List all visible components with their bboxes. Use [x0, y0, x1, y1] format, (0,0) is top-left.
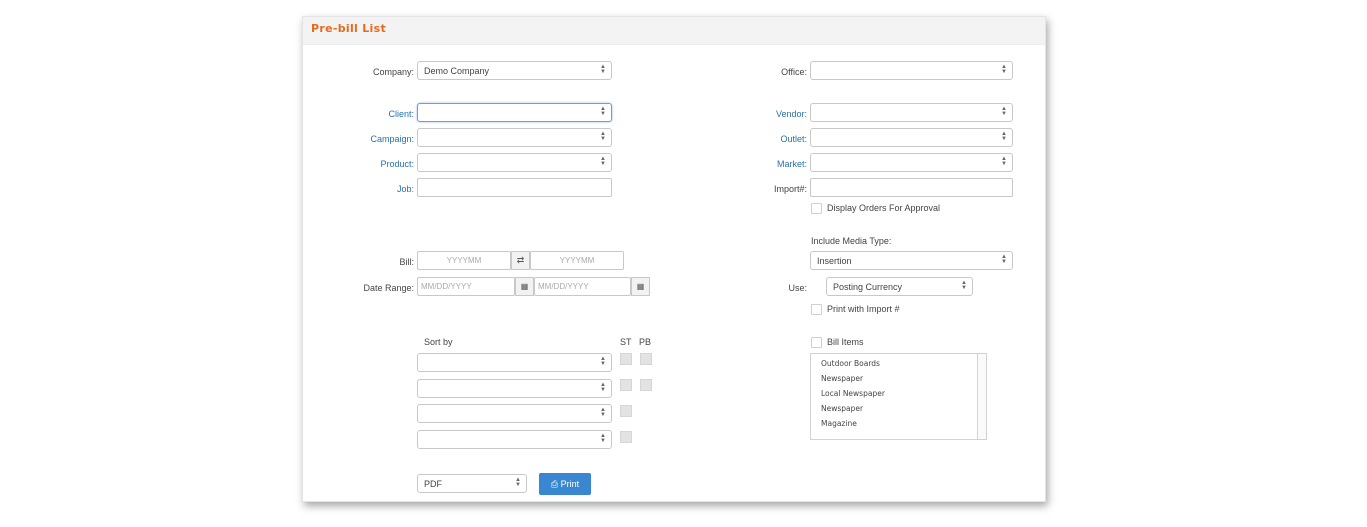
company-select[interactable]: Demo Company ▲ ▼ [417, 61, 612, 80]
media-type-select[interactable]: Insertion ▲ ▼ [810, 251, 1013, 270]
page-title: Pre-bill List [311, 22, 387, 35]
list-item[interactable]: Outdoor Boards [821, 359, 880, 368]
list-item[interactable]: Magazine [821, 419, 857, 428]
media-type-value: Insertion [817, 256, 852, 266]
select-arrows-icon: ▲ ▼ [600, 433, 606, 444]
select-arrows-icon: ▲ ▼ [515, 477, 521, 488]
display-orders-checkbox[interactable] [811, 203, 822, 214]
bill-items-label: Bill Items [827, 337, 864, 347]
output-format-value: PDF [424, 479, 442, 489]
product-label: Product: [380, 159, 414, 169]
select-arrows-icon: ▲ ▼ [1001, 156, 1007, 167]
sort-select-1[interactable]: ▲ ▼ [417, 353, 612, 372]
date-to-input[interactable]: MM/DD/YYYY [534, 277, 631, 296]
company-value: Demo Company [424, 66, 490, 76]
sort-select-4[interactable]: ▲ ▼ [417, 430, 612, 449]
bill-from-input[interactable]: YYYYMM [417, 251, 511, 270]
product-select[interactable]: ▲ ▼ [417, 153, 612, 172]
display-orders-label: Display Orders For Approval [827, 203, 941, 213]
list-item[interactable]: Newspaper [821, 404, 863, 413]
select-arrows-icon: ▲ ▼ [600, 156, 606, 167]
date-range-label: Date Range: [363, 283, 414, 293]
company-label: Company: [372, 67, 414, 77]
select-arrows-icon: ▲ ▼ [1001, 106, 1007, 117]
select-arrows-icon: ▲ ▼ [600, 106, 606, 117]
job-input[interactable] [417, 178, 612, 197]
sort-select-2[interactable]: ▲ ▼ [417, 379, 612, 398]
select-arrows-icon: ▲ ▼ [961, 280, 967, 291]
pb-header: PB [639, 337, 652, 347]
sort-select-3[interactable]: ▲ ▼ [417, 404, 612, 423]
import-label: Import#: [773, 184, 807, 194]
print-button[interactable]: ⎙ Print [539, 473, 591, 495]
market-select[interactable]: ▲ ▼ [810, 153, 1013, 172]
campaign-label: Campaign: [370, 134, 414, 144]
job-label: Job: [396, 184, 414, 194]
vendor-select[interactable]: ▲ ▼ [810, 103, 1013, 122]
calendar-icon[interactable]: ▦ [515, 277, 534, 296]
market-label: Market: [776, 159, 807, 169]
prebill-panel: Pre-bill List Company: Demo Company ▲ ▼ O… [302, 16, 1046, 502]
select-arrows-icon: ▲ ▼ [1001, 64, 1007, 75]
sort-by-label: Sort by [424, 337, 453, 347]
sort-1-pb-checkbox[interactable] [640, 353, 652, 365]
outlet-label: Outlet: [780, 134, 807, 144]
use-value: Posting Currency [833, 282, 903, 292]
list-item[interactable]: Newspaper [821, 374, 863, 383]
select-arrows-icon: ▲ ▼ [600, 407, 606, 418]
bill-to-input[interactable]: YYYYMM [530, 251, 624, 270]
outlet-select[interactable]: ▲ ▼ [810, 128, 1013, 147]
select-arrows-icon: ▲ ▼ [600, 64, 606, 75]
print-button-label: Print [560, 479, 580, 489]
sort-4-st-checkbox[interactable] [620, 431, 632, 443]
print-with-import-checkbox[interactable] [811, 304, 822, 315]
st-header: ST [620, 337, 632, 347]
sort-2-pb-checkbox[interactable] [640, 379, 652, 391]
sort-3-st-checkbox[interactable] [620, 405, 632, 417]
campaign-select[interactable]: ▲ ▼ [417, 128, 612, 147]
office-select[interactable]: ▲ ▼ [810, 61, 1013, 80]
sort-2-st-checkbox[interactable] [620, 379, 632, 391]
media-type-label: Include Media Type: [811, 236, 892, 246]
date-from-input[interactable]: MM/DD/YYYY [417, 277, 515, 296]
select-arrows-icon: ▲ ▼ [600, 356, 606, 367]
import-input[interactable] [810, 178, 1013, 197]
sort-1-st-checkbox[interactable] [620, 353, 632, 365]
client-select[interactable]: ▲ ▼ [417, 103, 612, 122]
select-arrows-icon: ▲ ▼ [1001, 131, 1007, 142]
office-label: Office: [781, 67, 807, 77]
panel-header: Pre-bill List [303, 17, 1045, 45]
bill-items-checkbox[interactable] [811, 337, 822, 348]
printer-icon: ⎙ [550, 479, 559, 489]
use-label: Use: [788, 283, 807, 293]
list-item[interactable]: Local Newspaper [821, 389, 885, 398]
vendor-label: Vendor: [775, 109, 807, 119]
calendar-icon[interactable]: ▦ [631, 277, 650, 296]
print-with-import-label: Print with Import # [827, 304, 900, 314]
swap-icon: ⇄ [511, 251, 530, 270]
select-arrows-icon: ▲ ▼ [600, 382, 606, 393]
output-format-select[interactable]: PDF ▲ ▼ [417, 474, 527, 493]
select-arrows-icon: ▲ ▼ [600, 131, 606, 142]
select-arrows-icon: ▲ ▼ [1001, 254, 1007, 265]
client-label: Client: [388, 109, 414, 119]
use-select[interactable]: Posting Currency ▲ ▼ [826, 277, 973, 296]
bill-label: Bill: [399, 257, 414, 267]
bill-items-list[interactable]: Outdoor Boards Newspaper Local Newspaper… [810, 353, 987, 440]
list-scrollbar[interactable] [977, 354, 986, 439]
